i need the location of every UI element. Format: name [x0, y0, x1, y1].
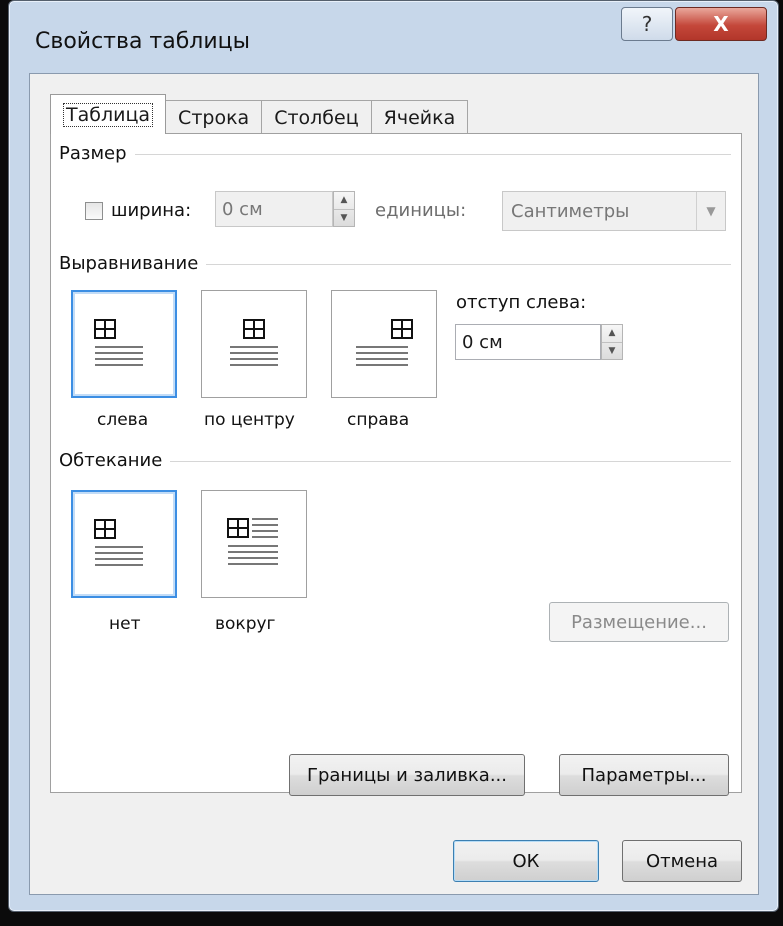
tab-label: Строка: [178, 106, 250, 129]
tab-cell[interactable]: Ячейка: [370, 100, 469, 134]
indent-spinner[interactable]: ▲ ▼: [601, 324, 623, 360]
tab-column[interactable]: Столбец: [261, 100, 372, 134]
align-left-icon: [94, 319, 143, 366]
wrap-around-option[interactable]: [201, 490, 307, 598]
tab-table[interactable]: Таблица: [50, 94, 167, 134]
size-heading: Размер: [59, 143, 135, 164]
wrap-none-icon: [94, 519, 143, 566]
help-icon: ?: [641, 12, 653, 36]
wrap-none-option[interactable]: [71, 490, 177, 598]
section-divider: [61, 154, 731, 155]
spin-up-icon[interactable]: ▲: [602, 325, 622, 342]
spin-down-icon[interactable]: ▼: [602, 341, 622, 360]
dialog-window: Свойства таблицы ? X Таблица Строка Стол…: [8, 0, 779, 912]
alignment-heading: Выравнивание: [59, 253, 207, 274]
indent-label: отступ слева:: [456, 292, 587, 313]
align-right-option[interactable]: [331, 290, 437, 398]
close-icon: X: [713, 12, 729, 36]
units-select[interactable]: Сантиметры ▼: [502, 191, 726, 231]
spin-down-icon[interactable]: ▼: [334, 208, 354, 227]
wrap-around-icon: [227, 518, 278, 565]
width-checkbox[interactable]: [85, 202, 103, 220]
tab-panel-table: Размер ширина: 0 см ▲ ▼ единицы: Сантиме…: [50, 133, 742, 796]
positioning-button[interactable]: Размещение...: [549, 602, 729, 642]
units-select-value: Сантиметры: [511, 200, 630, 222]
align-center-label: по центру: [204, 410, 295, 430]
dialog-title: Свойства таблицы: [35, 29, 251, 54]
dialog-body: Таблица Строка Столбец Ячейка Размер шир…: [29, 73, 759, 895]
units-label: единицы:: [375, 200, 467, 221]
cancel-button[interactable]: Отмена: [622, 840, 742, 882]
title-bar[interactable]: Свойства таблицы ? X: [9, 1, 778, 81]
align-left-option[interactable]: [71, 290, 177, 398]
help-button[interactable]: ?: [621, 7, 673, 41]
wrap-around-label: вокруг: [215, 614, 276, 634]
width-label: ширина:: [111, 200, 192, 221]
align-right-label: справа: [347, 410, 410, 430]
indent-input[interactable]: 0 см: [455, 324, 601, 360]
tab-label: Ячейка: [383, 106, 456, 129]
tab-strip: Таблица Строка Столбец Ячейка: [50, 94, 469, 134]
chevron-down-icon[interactable]: ▼: [696, 192, 725, 230]
close-button[interactable]: X: [675, 7, 767, 41]
align-center-icon: [230, 319, 278, 366]
borders-shading-button[interactable]: Границы и заливка...: [289, 754, 525, 796]
width-input[interactable]: 0 см: [215, 191, 333, 227]
align-center-option[interactable]: [201, 290, 307, 398]
ok-button[interactable]: ОК: [453, 840, 599, 882]
width-spinner[interactable]: ▲ ▼: [333, 191, 355, 227]
wrap-none-label: нет: [109, 614, 141, 634]
tab-row[interactable]: Строка: [165, 100, 263, 134]
tab-label: Таблица: [63, 102, 154, 127]
options-button[interactable]: Параметры...: [559, 754, 729, 796]
spin-up-icon[interactable]: ▲: [334, 192, 354, 209]
align-right-icon: [356, 319, 413, 366]
align-left-label: слева: [97, 410, 149, 430]
tab-label: Столбец: [274, 106, 359, 129]
wrapping-heading: Обтекание: [59, 450, 171, 471]
